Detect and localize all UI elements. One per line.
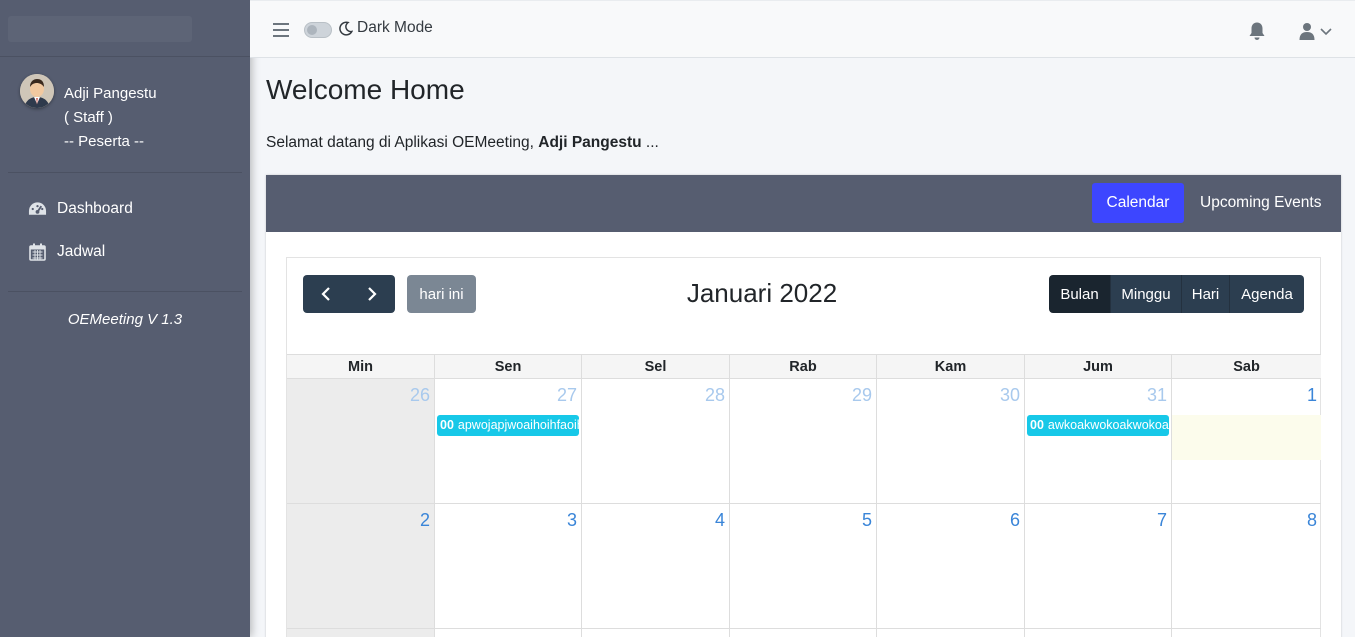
calendar-week <box>287 629 1321 637</box>
calendar-day[interactable]: 30 <box>877 379 1025 503</box>
sidebar-item-label: Dashboard <box>57 200 133 217</box>
day-number[interactable]: 6 <box>1010 510 1020 531</box>
sidebar-divider <box>8 291 242 292</box>
calendar-title: Januari 2022 <box>686 278 838 308</box>
event-title: awkoakwokoakwokoakwo <box>1047 418 1169 432</box>
calendar-day[interactable]: 26 <box>287 379 435 503</box>
calendar-day[interactable] <box>435 629 582 637</box>
brand-logo[interactable] <box>0 0 250 57</box>
calendar-day[interactable] <box>877 629 1025 637</box>
app-version: OEMeeting V 1.3 <box>67 311 183 328</box>
event-title: apwojapjwoaihoihfaoih <box>457 418 579 432</box>
calendar-day[interactable]: 28 <box>582 379 730 503</box>
calendar-day[interactable] <box>730 629 877 637</box>
calendar-week: 2 3 4 5 6 7 8 <box>287 504 1321 629</box>
calendar-card: Calendar Upcoming Events hari ini Januar… <box>266 175 1341 637</box>
prev-month-button[interactable] <box>303 275 349 313</box>
day-number[interactable]: 29 <box>852 385 872 406</box>
welcome-user-name: Adji Pangestu <box>538 134 642 151</box>
day-number[interactable]: 30 <box>1000 385 1020 406</box>
today-highlight <box>1172 415 1321 460</box>
calendar-day[interactable] <box>1025 629 1172 637</box>
calendar-day[interactable]: 27 00 apwojapjwoaihoihfaoih <box>435 379 582 503</box>
day-number[interactable]: 28 <box>705 385 725 406</box>
day-number[interactable]: 7 <box>1157 510 1167 531</box>
sidebar-item-jadwal[interactable]: Jadwal <box>28 237 105 267</box>
tab-upcoming-events[interactable]: Upcoming Events <box>1200 183 1321 223</box>
day-number[interactable]: 3 <box>567 510 577 531</box>
calendar-event[interactable]: 00 apwojapjwoaihoihfaoih <box>437 415 579 436</box>
day-number[interactable]: 1 <box>1307 385 1317 406</box>
card-header: Calendar Upcoming Events <box>266 175 1341 232</box>
moon-icon <box>339 21 353 36</box>
day-number[interactable]: 26 <box>410 385 430 406</box>
calendar-icon <box>29 243 46 261</box>
page-title: Welcome Home <box>266 74 465 105</box>
today-button[interactable]: hari ini <box>407 275 476 313</box>
weekday-label: Kam <box>877 355 1025 378</box>
sidebar-divider <box>8 172 242 173</box>
view-agenda-button[interactable]: Agenda <box>1230 275 1304 313</box>
calendar-day[interactable]: 3 <box>435 504 582 628</box>
day-number[interactable]: 31 <box>1147 385 1167 406</box>
event-time: 00 <box>1030 418 1044 432</box>
sidebar-item-label: Jadwal <box>57 243 106 260</box>
dark-mode-label[interactable]: Dark Mode <box>339 19 433 37</box>
user-name[interactable]: Adji Pangestu <box>64 82 157 106</box>
notification-bell-icon[interactable] <box>1247 21 1267 46</box>
user-dropdown[interactable] <box>1299 22 1333 40</box>
user-group: -- Peserta -- <box>64 133 145 150</box>
view-switcher: Bulan Minggu Hari Agenda <box>1049 275 1304 313</box>
calendar: hari ini Januari 2022 Bulan Minggu Hari … <box>286 257 1321 637</box>
weekday-label: Sel <box>582 355 730 378</box>
avatar <box>20 74 54 108</box>
sidebar: Adji Pangestu ( Staff ) -- Peserta -- Da… <box>0 0 250 637</box>
menu-toggle-icon[interactable] <box>273 23 289 37</box>
welcome-message: Selamat datang di Aplikasi OEMeeting, Ad… <box>266 134 659 151</box>
dark-mode-switch[interactable] <box>304 22 332 38</box>
user-panel: Adji Pangestu ( Staff ) -- Peserta -- <box>20 74 240 154</box>
tab-calendar[interactable]: Calendar <box>1092 183 1184 223</box>
weekday-label: Rab <box>730 355 877 378</box>
view-month-button[interactable]: Bulan <box>1049 275 1111 313</box>
weekday-label: Sab <box>1172 355 1321 378</box>
calendar-day[interactable] <box>287 629 435 637</box>
dashboard-icon <box>28 202 47 215</box>
day-number[interactable]: 27 <box>557 385 577 406</box>
weekday-label: Jum <box>1025 355 1172 378</box>
calendar-day[interactable]: 4 <box>582 504 730 628</box>
sidebar-item-dashboard[interactable]: Dashboard <box>28 194 133 224</box>
next-month-button[interactable] <box>349 275 395 313</box>
calendar-event[interactable]: 00awkoakwokoakwokoakwo <box>1027 415 1169 436</box>
calendar-day[interactable]: 5 <box>730 504 877 628</box>
calendar-day[interactable]: 2 <box>287 504 435 628</box>
view-day-button[interactable]: Hari <box>1182 275 1230 313</box>
day-number[interactable]: 8 <box>1307 510 1317 531</box>
user-role: ( Staff ) <box>64 109 113 126</box>
calendar-day[interactable]: 29 <box>730 379 877 503</box>
calendar-day[interactable]: 31 00awkoakwokoakwokoakwo <box>1025 379 1172 503</box>
weekday-label: Sen <box>435 355 582 378</box>
day-number[interactable]: 5 <box>862 510 872 531</box>
calendar-day[interactable]: 8 <box>1172 504 1321 628</box>
chevron-right-icon <box>368 287 377 301</box>
calendar-day[interactable] <box>1172 629 1321 637</box>
month-grid: Min Sen Sel Rab Kam Jum Sab 26 27 00 apwo… <box>287 354 1321 637</box>
user-info: Adji Pangestu ( Staff ) -- Peserta -- <box>64 82 157 154</box>
calendar-day[interactable] <box>582 629 730 637</box>
day-number[interactable]: 2 <box>420 510 430 531</box>
calendar-week: 26 27 00 apwojapjwoaihoihfaoih 28 29 30 3… <box>287 379 1321 504</box>
chevron-down-icon <box>1320 28 1332 36</box>
top-navbar: Dark Mode <box>250 0 1355 58</box>
weekday-label: Min <box>287 355 435 378</box>
day-number[interactable]: 4 <box>715 510 725 531</box>
user-icon <box>1299 23 1315 40</box>
chevron-left-icon <box>321 287 330 301</box>
calendar-day[interactable]: 6 <box>877 504 1025 628</box>
view-week-button[interactable]: Minggu <box>1111 275 1182 313</box>
calendar-day-today[interactable]: 1 <box>1172 379 1321 503</box>
event-time: 00 <box>440 418 454 432</box>
weekday-header: Min Sen Sel Rab Kam Jum Sab <box>287 354 1321 379</box>
calendar-day[interactable]: 7 <box>1025 504 1172 628</box>
